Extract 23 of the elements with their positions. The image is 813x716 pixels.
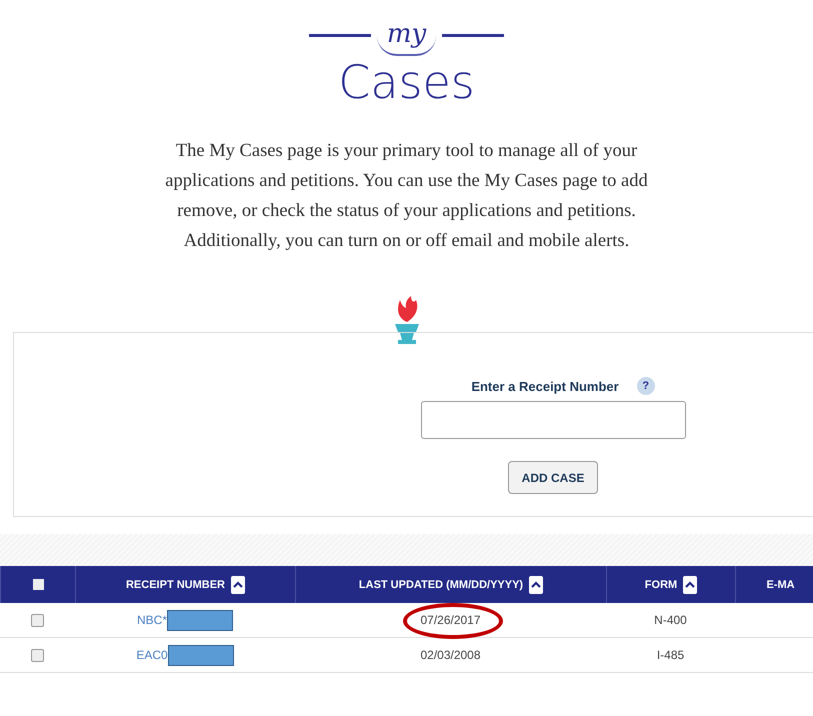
add-case-button[interactable]: ADD CASE: [508, 461, 598, 494]
form-text: N-400: [654, 613, 687, 627]
receipt-link[interactable]: NBC*: [136, 613, 167, 627]
row-checkbox[interactable]: [31, 648, 44, 662]
sort-up-icon[interactable]: [231, 576, 245, 594]
column-header[interactable]: E-MA: [735, 566, 813, 603]
select-all-checkbox[interactable]: [32, 579, 44, 590]
sort-up-icon[interactable]: [529, 576, 544, 594]
column-header[interactable]: RECEIPT NUMBER: [75, 566, 295, 603]
intro-paragraph: The My Cases page is your primary tool to manage all of your applications and petitions. You can use the My Cases page to add remove, or check the status of your applications and petitions. Additionally, you can turn on or off email and mobile alerts.: [164, 140, 649, 253]
help-icon[interactable]: ?: [636, 377, 655, 395]
logo-script: my: [376, 14, 436, 56]
column-header[interactable]: FORM: [606, 566, 735, 603]
receipt-number-input[interactable]: [420, 401, 686, 439]
row-checkbox[interactable]: [31, 614, 44, 626]
date-text: 07/26/2017: [420, 613, 481, 627]
page-title: Cases: [337, 54, 476, 110]
form-text: I-485: [656, 648, 684, 662]
sort-up-icon[interactable]: [683, 576, 698, 594]
receipt-link[interactable]: EAC0: [136, 648, 168, 662]
column-header[interactable]: LAST UPDATED (MM/DD/YYYY): [295, 566, 606, 603]
receipt-number-label: Enter a Receipt Number: [471, 378, 619, 394]
date-text: 02/03/2008: [420, 648, 481, 662]
